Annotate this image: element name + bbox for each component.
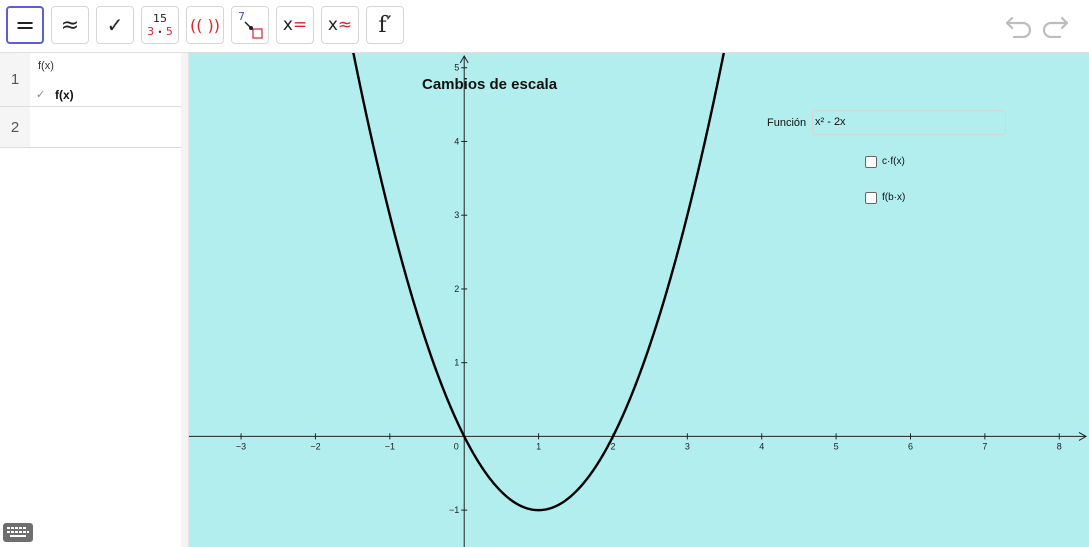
view-splitter[interactable] xyxy=(181,53,189,547)
checkbox-c-f-label[interactable]: c·f(x) xyxy=(882,156,905,167)
x-tick-label: 2 xyxy=(610,441,615,451)
factor-top-number: 15 xyxy=(153,11,167,25)
y-tick-label: 1 xyxy=(454,358,459,368)
x-tick-label: 4 xyxy=(759,441,764,451)
derivative-button[interactable]: f′ xyxy=(366,6,404,44)
undo-icon[interactable] xyxy=(1004,14,1034,38)
x-tick-label: 8 xyxy=(1057,441,1062,451)
factor-button[interactable]: 15 3 • 5 xyxy=(141,6,179,44)
row-input-text[interactable]: f(x) xyxy=(38,60,54,72)
check-button[interactable]: ✓ xyxy=(96,6,134,44)
svg-text:7: 7 xyxy=(238,10,245,23)
x-tick-label: −1 xyxy=(385,441,395,451)
redo-icon[interactable] xyxy=(1040,14,1070,38)
row-number: 1 xyxy=(0,53,30,106)
function-input[interactable]: x² - 2x xyxy=(812,110,1006,135)
checkbox-c-f[interactable] xyxy=(865,156,877,168)
graphics-view[interactable]: −3 −2 −1 0 1 2 3 4 5 6 7 8 −1 1 2 3 4 5 Cambios de escala… xyxy=(189,53,1089,547)
x-tick-label: 5 xyxy=(834,441,839,451)
x-tick-label: 1 xyxy=(536,441,541,451)
x-tick-label: −3 xyxy=(236,441,246,451)
y-tick-label: 5 xyxy=(454,63,459,73)
algebra-row-2[interactable]: 2 xyxy=(0,107,181,148)
substitute-icon: 7 xyxy=(238,10,263,39)
toolbar: = ≈ ✓ 15 3 • 5 (( )) 7 x= x≈ f′ xyxy=(0,0,1089,53)
nsolve-icon: x≈ xyxy=(327,15,353,35)
keyboard-icon[interactable] xyxy=(3,523,33,542)
nsolve-button[interactable]: x≈ xyxy=(321,6,359,44)
graph-title: Cambios de escala xyxy=(422,76,558,93)
check-icon: ✓ xyxy=(106,13,124,37)
factor-bottom: 3 • 5 xyxy=(147,24,173,38)
approx-button[interactable]: ≈ xyxy=(51,6,89,44)
algebra-view: 1 f(x) ✓ f(x) 2 xyxy=(0,53,182,547)
algebra-row-1[interactable]: 1 f(x) ✓ f(x) xyxy=(0,53,181,107)
solve-button[interactable]: x= xyxy=(276,6,314,44)
equals-icon: = xyxy=(14,11,36,39)
y-tick-label: 2 xyxy=(454,284,459,294)
y-tick-label: 3 xyxy=(454,210,459,220)
approx-icon: ≈ xyxy=(60,12,80,38)
x-tick-label: 6 xyxy=(908,441,913,451)
checkbox-f-b[interactable] xyxy=(865,192,877,204)
y-tick-label: 4 xyxy=(454,136,459,146)
function-label: Función xyxy=(767,117,807,129)
expand-button[interactable]: (( )) xyxy=(186,6,224,44)
row-output-text: f(x) xyxy=(55,88,74,102)
check-icon: ✓ xyxy=(36,89,46,101)
x-tick-label: 7 xyxy=(982,441,987,451)
x-tick-label: 3 xyxy=(685,441,690,451)
substitute-button[interactable]: 7 xyxy=(231,6,269,44)
row-number: 2 xyxy=(0,107,30,147)
derivative-icon: f′ xyxy=(378,12,392,38)
keyboard-keys xyxy=(7,527,29,537)
y-tick-label: −1 xyxy=(449,505,459,515)
row-input-empty[interactable] xyxy=(30,107,181,147)
checkbox-f-b-label[interactable]: f(b·x) xyxy=(882,192,905,203)
solve-icon: x= xyxy=(282,15,308,35)
x-tick-label: 0 xyxy=(454,441,459,451)
x-tick-label: −2 xyxy=(310,441,320,451)
exact-button[interactable]: = xyxy=(6,6,44,44)
expand-icon: (( )) xyxy=(189,15,221,35)
